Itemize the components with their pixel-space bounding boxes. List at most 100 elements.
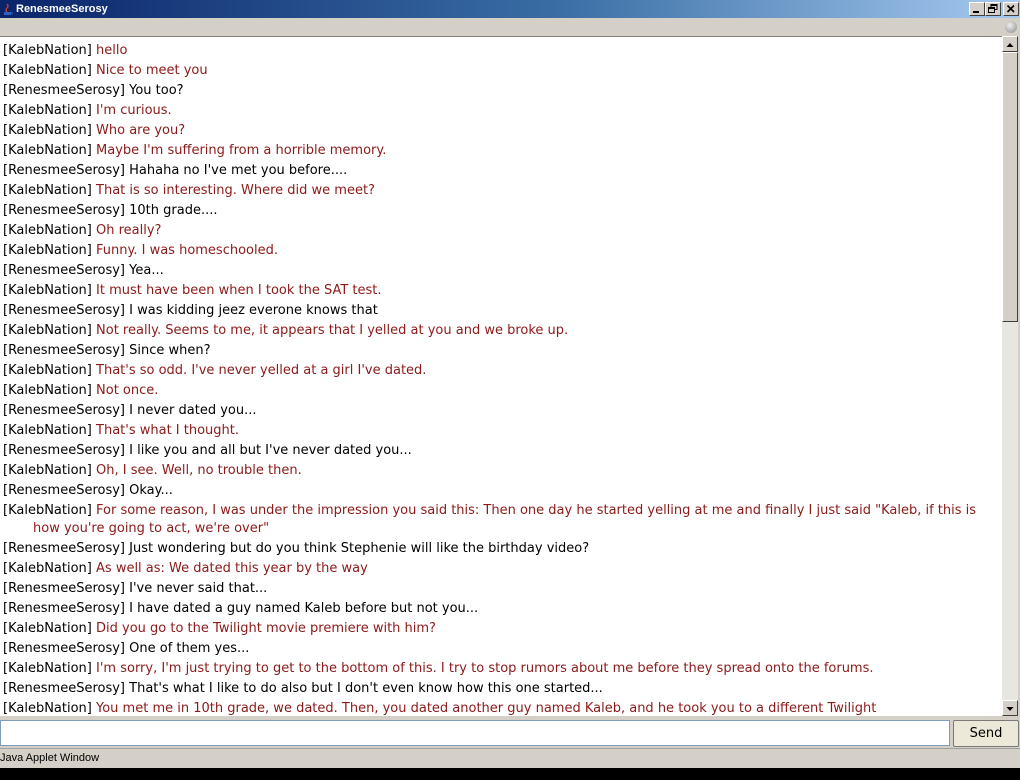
chat-message: [KalebNation] I'm sorry, I'm just trying… [3, 659, 998, 679]
chat-message: [KalebNation] Who are you? [3, 121, 998, 141]
message-sender: [RenesmeeSerosy] [3, 303, 125, 318]
title-bar[interactable]: RenesmeeSerosy [0, 0, 1020, 18]
chat-message: [KalebNation] Not really. Seems to me, i… [3, 321, 998, 341]
message-sender: [KalebNation] [3, 103, 92, 118]
message-text: Maybe I'm suffering from a horrible memo… [96, 143, 387, 158]
chat-message: [KalebNation] Did you go to the Twilight… [3, 619, 998, 639]
chat-message: [RenesmeeSerosy] I like you and all but … [3, 441, 998, 461]
chat-message: [KalebNation] That's so odd. I've never … [3, 361, 998, 381]
message-text: One of them yes... [129, 641, 250, 656]
message-sender: [KalebNation] [3, 621, 92, 636]
message-sender: [KalebNation] [3, 701, 92, 716]
chat-message: [RenesmeeSerosy] That's what I like to d… [3, 679, 998, 699]
close-button[interactable] [1003, 2, 1019, 16]
message-sender: [RenesmeeSerosy] [3, 541, 125, 556]
message-list: [KalebNation] hello [KalebNation] Nice to… [3, 41, 998, 716]
message-sender: [KalebNation] [3, 383, 92, 398]
message-text: Yea... [129, 263, 164, 278]
message-text: Not once. [96, 383, 159, 398]
scroll-thumb[interactable] [1002, 52, 1018, 322]
message-text: Okay... [129, 483, 173, 498]
message-text: Not really. Seems to me, it appears that… [96, 323, 569, 338]
message-text: Oh really? [96, 223, 162, 238]
message-sender: [RenesmeeSerosy] [3, 681, 125, 696]
chat-message: [KalebNation] hello [3, 41, 998, 61]
message-sender: [KalebNation] [3, 323, 92, 338]
restore-icon [988, 4, 998, 13]
chat-log[interactable]: [KalebNation] hello [KalebNation] Nice to… [0, 36, 1002, 716]
message-sender: [RenesmeeSerosy] [3, 443, 125, 458]
message-text: Funny. I was homeschooled. [96, 243, 278, 258]
message-sender: [RenesmeeSerosy] [3, 403, 125, 418]
message-text: That's what I like to do also but I don'… [129, 681, 603, 696]
close-icon [1006, 4, 1015, 13]
scroll-down-button[interactable] [1002, 700, 1018, 716]
message-text: That's what I thought. [96, 423, 240, 438]
message-sender: [RenesmeeSerosy] [3, 601, 125, 616]
chat-message: [RenesmeeSerosy] I have dated a guy name… [3, 599, 998, 619]
message-text: It must have been when I took the SAT te… [96, 283, 382, 298]
compose-row: Send [0, 718, 1020, 748]
minimize-button[interactable] [969, 2, 985, 16]
message-text: You met me in 10th grade, we dated. Then… [96, 701, 877, 716]
message-sender: [KalebNation] [3, 183, 92, 198]
message-text: I'm curious. [96, 103, 172, 118]
message-text: As well as: We dated this year by the wa… [96, 561, 368, 576]
message-text: 10th grade.... [129, 203, 218, 218]
message-sender: [RenesmeeSerosy] [3, 203, 125, 218]
message-sender: [RenesmeeSerosy] [3, 343, 125, 358]
chat-message: [RenesmeeSerosy] 10th grade.... [3, 201, 998, 221]
activity-indicator-icon [1005, 21, 1017, 33]
message-text: Oh, I see. Well, no trouble then. [96, 463, 302, 478]
message-text: I have dated a guy named Kaleb before bu… [129, 601, 479, 616]
message-text: Just wondering but do you think Stepheni… [129, 541, 590, 556]
message-sender: [KalebNation] [3, 243, 92, 258]
chat-message: [KalebNation] That is so interesting. Wh… [3, 181, 998, 201]
chat-message: [KalebNation] Not once. [3, 381, 998, 401]
chat-message: [KalebNation] Maybe I'm suffering from a… [3, 141, 998, 161]
message-text: Since when? [129, 343, 211, 358]
message-text: Did you go to the Twilight movie premier… [96, 621, 436, 636]
applet-warning-label: Java Applet Window [0, 752, 100, 764]
chat-message: [KalebNation] Oh really? [3, 221, 998, 241]
message-sender: [RenesmeeSerosy] [3, 83, 125, 98]
chat-message: [RenesmeeSerosy] I never dated you... [3, 401, 998, 421]
message-text: hello [96, 43, 128, 58]
message-sender: [RenesmeeSerosy] [3, 263, 125, 278]
restore-button[interactable] [985, 2, 1001, 16]
chat-message: [RenesmeeSerosy] Yea... [3, 261, 998, 281]
toolbar-strip [0, 18, 1020, 36]
message-text: Hahaha no I've met you before.... [129, 163, 348, 178]
message-sender: [KalebNation] [3, 143, 92, 158]
window-title: RenesmeeSerosy [16, 3, 108, 15]
message-sender: [KalebNation] [3, 63, 92, 78]
message-sender: [KalebNation] [3, 123, 92, 138]
message-sender: [KalebNation] [3, 661, 92, 676]
message-text: I like you and all but I've never dated … [129, 443, 412, 458]
java-cup-icon [2, 2, 14, 16]
chat-message: [KalebNation] Oh, I see. Well, no troubl… [3, 461, 998, 481]
message-text: I'm sorry, I'm just trying to get to the… [96, 661, 874, 676]
applet-status-bar: Java Applet Window [0, 748, 1020, 768]
chat-message: [RenesmeeSerosy] Hahaha no I've met you … [3, 161, 998, 181]
chat-message: [RenesmeeSerosy] Just wondering but do y… [3, 539, 998, 559]
message-input[interactable] [0, 720, 950, 746]
chat-message: [RenesmeeSerosy] I was kidding jeez ever… [3, 301, 998, 321]
message-text: That is so interesting. Where did we mee… [96, 183, 375, 198]
message-text: I was kidding jeez everone knows that [129, 303, 378, 318]
message-sender: [RenesmeeSerosy] [3, 163, 125, 178]
send-button[interactable]: Send [953, 720, 1019, 747]
message-sender: [KalebNation] [3, 463, 92, 478]
message-text: Who are you? [96, 123, 186, 138]
chat-message: [RenesmeeSerosy] One of them yes... [3, 639, 998, 659]
arrow-down-icon [1006, 707, 1014, 711]
chat-scrollbar[interactable] [1002, 36, 1018, 716]
applet-window: RenesmeeSerosy [KalebNation] hello [Kaleb… [0, 0, 1020, 768]
chat-message: [KalebNation] It must have been when I t… [3, 281, 998, 301]
message-text: You too? [129, 83, 184, 98]
chat-message: [KalebNation] As well as: We dated this … [3, 559, 998, 579]
chat-message: [RenesmeeSerosy] I've never said that... [3, 579, 998, 599]
scroll-up-button[interactable] [1002, 36, 1018, 52]
message-text: I never dated you... [129, 403, 257, 418]
message-sender: [RenesmeeSerosy] [3, 641, 125, 656]
